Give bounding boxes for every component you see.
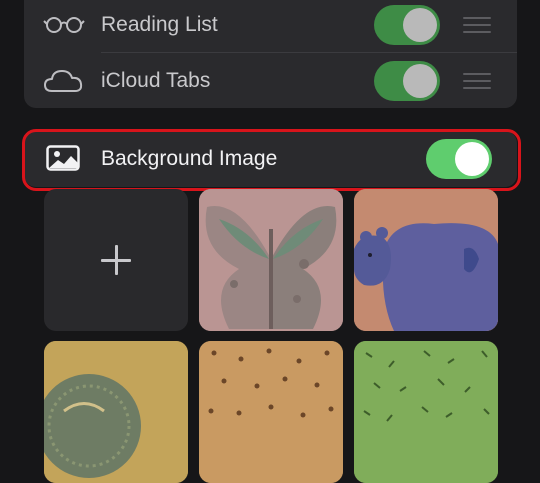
bear-wallpaper-tile[interactable]	[354, 189, 498, 331]
plus-icon	[101, 245, 131, 275]
orange-speckle-wallpaper-tile[interactable]	[199, 341, 343, 483]
green-leaf-wallpaper-tile[interactable]	[354, 341, 498, 483]
butterfly-wallpaper-image	[199, 189, 343, 331]
toggle-knob	[403, 8, 437, 42]
reading-list-row[interactable]: Reading List	[24, 0, 517, 53]
icloud-tabs-reorder-handle[interactable]	[463, 73, 491, 89]
toggle-knob	[403, 64, 437, 98]
circle-pattern-wallpaper-tile[interactable]	[44, 341, 188, 483]
circle-pattern-wallpaper-image	[44, 341, 188, 483]
glasses-icon	[42, 9, 86, 41]
reading-list-reorder-handle[interactable]	[463, 17, 491, 33]
cloud-icon	[42, 65, 86, 97]
bear-wallpaper-image	[354, 189, 498, 331]
green-leaf-wallpaper-image	[354, 341, 498, 483]
butterfly-wallpaper-tile[interactable]	[199, 189, 343, 331]
add-image-tile[interactable]	[44, 189, 188, 331]
highlight-box	[22, 129, 521, 191]
icloud-tabs-row[interactable]: iCloud Tabs	[24, 53, 517, 109]
orange-speckle-wallpaper-image	[199, 341, 343, 483]
reading-list-label: Reading List	[101, 13, 218, 36]
icloud-tabs-label: iCloud Tabs	[101, 69, 211, 92]
icloud-tabs-toggle[interactable]	[374, 61, 440, 101]
reading-list-toggle[interactable]	[374, 5, 440, 45]
